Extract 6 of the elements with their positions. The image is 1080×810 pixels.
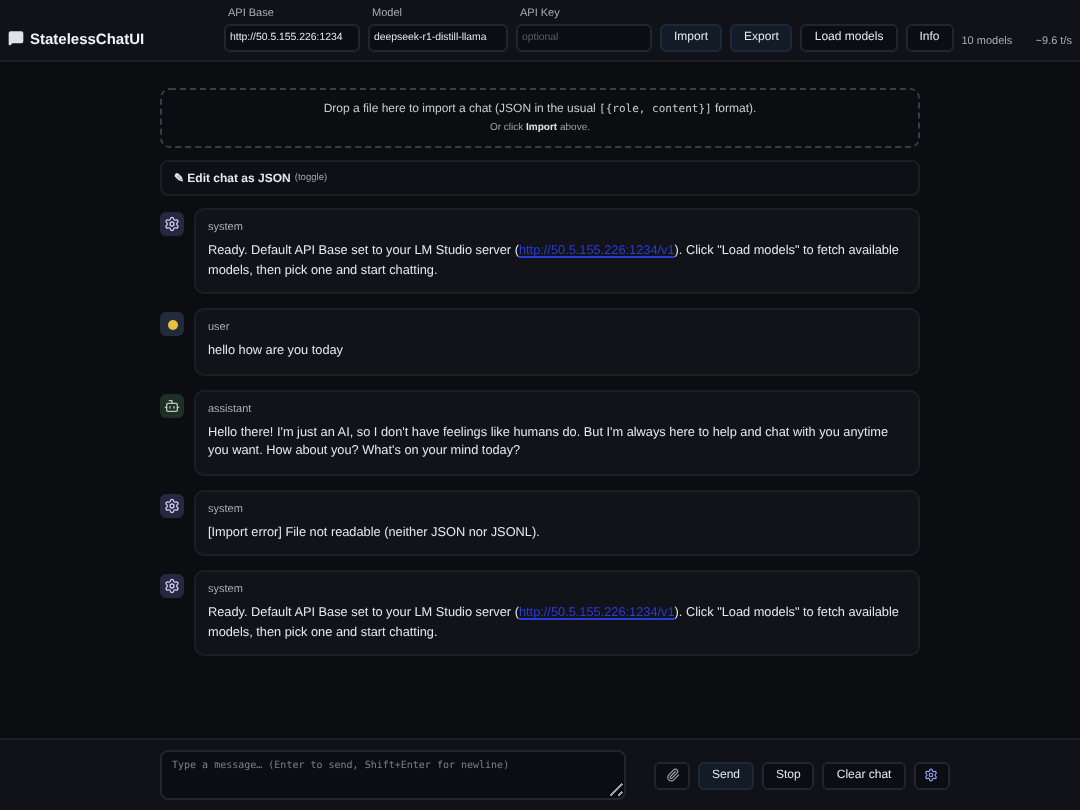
gear-icon	[924, 768, 939, 782]
chat-bubble-icon	[8, 30, 24, 46]
attach-button[interactable]	[654, 761, 690, 789]
paperclip-icon	[665, 768, 679, 782]
settings-button[interactable]	[913, 761, 950, 789]
dot-icon	[167, 319, 177, 329]
